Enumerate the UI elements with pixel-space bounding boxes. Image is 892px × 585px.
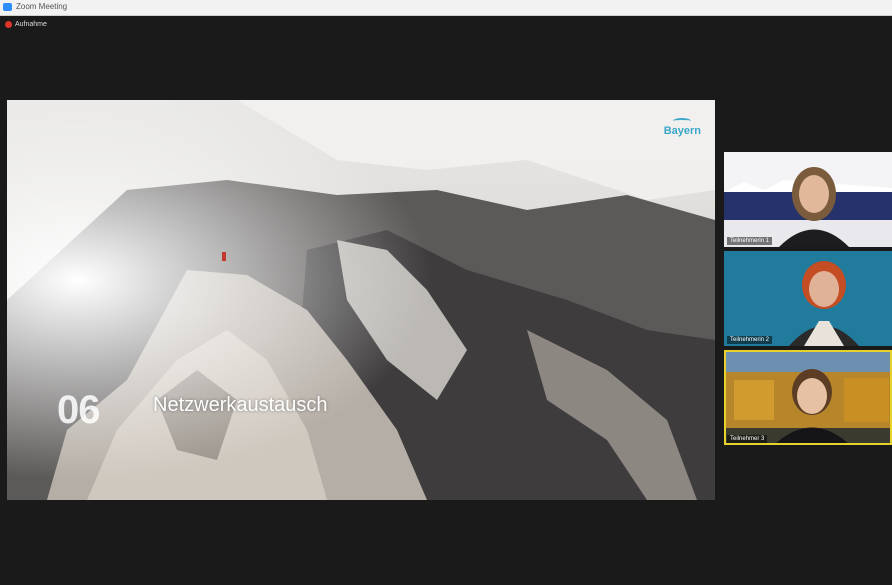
logo-wave-icon — [673, 118, 692, 124]
participant-name: Teilnehmerin 1 — [727, 237, 773, 245]
shared-screen[interactable]: Bayern 06 Netzwerkaustausch — [7, 100, 715, 500]
participant-name: Teilnehmerin 2 — [727, 336, 773, 344]
slide-background-image — [7, 100, 715, 500]
participant-tile-active-speaker[interactable]: Teilnehmer 3 — [724, 350, 892, 445]
participant-video — [724, 350, 892, 445]
window-titlebar: Zoom Meeting — [0, 0, 892, 16]
slide-logo: Bayern — [664, 118, 701, 137]
zoom-app-icon — [3, 3, 12, 11]
slide-number: 06 — [57, 388, 100, 432]
participant-video — [724, 152, 892, 247]
participant-video — [724, 251, 892, 346]
participant-tile[interactable]: Teilnehmerin 1 — [724, 152, 892, 247]
recording-indicator[interactable]: Aufnahme — [5, 18, 47, 30]
slide-title: Netzwerkaustausch — [153, 394, 328, 416]
recording-label: Aufnahme — [15, 20, 47, 28]
participant-name: Teilnehmer 3 — [727, 435, 768, 443]
slide-logo-text: Bayern — [663, 125, 701, 137]
window-title: Zoom Meeting — [16, 2, 68, 11]
record-icon — [5, 20, 12, 28]
participant-tile[interactable]: Teilnehmerin 2 — [724, 251, 892, 346]
